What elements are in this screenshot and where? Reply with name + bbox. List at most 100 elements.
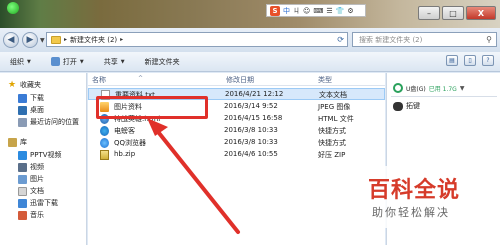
udisk-widget[interactable]: U盘(G) 已用 1.7G ▼ [393,83,464,93]
sidebar-item-recent[interactable]: 最近访问的位置 [18,116,79,128]
sidebar-item-pictures[interactable]: 图片 [18,173,44,185]
library-icon [8,137,17,147]
sidebar-item-label: 迅雷下载 [30,199,58,207]
file-date: 2016/4/15 16:58 [224,114,283,122]
desktop-icon [18,105,27,115]
breadcrumb-current[interactable]: 新建文件夹 (2) [70,35,117,45]
address-field[interactable]: ▸ 新建文件夹 (2) ▸ ⟳ [46,32,348,47]
close-button[interactable]: X [466,6,496,20]
file-name[interactable]: QQ浏览器 [114,138,146,148]
ime-toolbar[interactable]: S 中 ㄐ ☺ ⌨ ☰ 👕 ⚙ [266,4,366,17]
extension-item[interactable]: 拓键 [393,101,420,111]
open-menu[interactable]: 打开 ▼ [50,57,84,67]
file-date: 2016/3/8 10:33 [224,138,278,146]
qq-browser-icon [100,138,109,148]
preview-pane-icon[interactable]: ▯ [464,55,476,66]
navigation-pane: ★ 收藏夹 下载 桌面 最近访问的位置 库 PPTV视频 视频 图片 文档 迅雷… [0,73,87,245]
watermark-title: 百科全说 [368,178,461,203]
sidebar-item-videos[interactable]: 视频 [18,161,44,173]
file-date: 2016/4/21 12:12 [225,90,284,98]
file-type: 文本文档 [319,91,347,99]
sidebar-favorites[interactable]: ★ 收藏夹 [8,79,41,91]
column-name[interactable]: 名称 [92,75,106,85]
sidebar-favorites-label: 收藏夹 [20,81,41,89]
star-icon: ★ [8,79,17,90]
download-library-icon [18,198,27,208]
caret-down-icon: ▼ [79,58,84,65]
refresh-icon[interactable]: ⟳ [337,35,344,44]
open-icon [50,57,60,66]
command-bar: 组织 ▼ 打开 ▼ 共享 ▼ 新建文件夹 ▤ ▯ ? [0,52,500,72]
window-controls: – □ X [418,6,496,20]
history-dropdown-icon[interactable]: ▼ [40,37,45,44]
desktop-background: S 中 ㄐ ☺ ⌨ ☰ 👕 ⚙ – □ X [0,0,500,30]
file-date: 2016/3/14 9:52 [224,102,278,110]
file-type: 快捷方式 [318,139,346,147]
video-library-icon [18,150,27,160]
new-folder-button[interactable]: 新建文件夹 [145,57,180,67]
column-date[interactable]: 修改日期 [226,75,254,85]
share-menu[interactable]: 共享 ▼ [104,57,125,67]
table-row[interactable]: 电螃客 2016/3/8 10:33 快捷方式 [88,125,385,137]
sidebar-item-desktop[interactable]: 桌面 [18,104,44,116]
sidebar-item-label: 视频 [30,163,44,171]
sidebar-item-label: PPTV视频 [30,151,62,159]
sidebar-libraries-label: 库 [20,138,27,146]
ime-punctuation-icon[interactable]: ㄐ [293,6,300,16]
breadcrumb-separator-icon[interactable]: ▸ [64,36,67,43]
view-options-icon[interactable]: ▤ [446,55,458,66]
ime-emoji-icon[interactable]: ☺ [303,7,310,15]
sort-indicator-icon: ^ [138,75,144,82]
search-placeholder: 搜索 新建文件夹 (2) [359,35,423,44]
view-controls: ▤ ▯ ? [446,55,494,66]
back-button[interactable]: ◀ [3,32,19,48]
search-input[interactable]: 搜索 新建文件夹 (2) ⚲ [352,32,497,47]
help-icon[interactable]: ? [482,55,494,66]
table-row[interactable]: QQ浏览器 2016/3/8 10:33 快捷方式 [88,137,385,149]
sidebar-item-documents[interactable]: 文档 [18,185,44,197]
sidebar-item-downloads[interactable]: 下载 [18,92,44,104]
address-bar-row: ◀ ▶ ▼ ▸ 新建文件夹 (2) ▸ ⟳ 搜索 新建文件夹 (2) ⚲ [0,28,500,52]
search-icon[interactable]: ⚲ [486,35,492,44]
minimize-button[interactable]: – [418,6,440,20]
sidebar-item-music[interactable]: 音乐 [18,209,44,221]
pictures-icon [18,174,27,184]
tray-orb-icon[interactable] [7,2,19,14]
divider [391,96,497,97]
udisk-label: U盘(G) [406,85,426,93]
file-type: JPEG 图像 [318,103,351,111]
ime-skin-icon[interactable]: 👕 [336,7,345,15]
file-name[interactable]: hb.zip [114,150,135,158]
sidebar-item-label: 图片 [30,175,44,183]
recent-places-icon [18,117,27,127]
file-date: 2016/4/6 10:55 [224,150,278,158]
forward-button[interactable]: ▶ [22,32,38,48]
zip-file-icon [100,150,109,160]
column-type[interactable]: 类型 [318,75,332,85]
table-row[interactable]: hb.zip 2016/4/6 10:55 好压 ZIP [88,149,385,161]
highlight-box [96,96,208,119]
file-type: 快捷方式 [318,127,346,135]
documents-icon [18,186,27,196]
ime-keyboard-icon[interactable]: ⌨ [313,7,323,15]
folder-icon [51,35,61,44]
column-header-row: ^ 名称 修改日期 类型 [88,73,385,86]
breadcrumb-dropdown-icon[interactable]: ▸ [120,36,123,43]
video-icon [18,162,27,172]
usb-drive-icon [393,83,403,93]
maximize-button[interactable]: □ [442,6,464,20]
organize-menu[interactable]: 组织 ▼ [10,57,31,67]
sidebar-item-thunder[interactable]: 迅雷下载 [18,197,58,209]
ime-mode-zh[interactable]: 中 [283,6,290,16]
sidebar-item-label: 最近访问的位置 [30,118,79,126]
sogou-logo-icon[interactable]: S [270,5,280,16]
udisk-status: 已用 1.7G [428,85,457,93]
file-name[interactable]: 电螃客 [114,126,135,136]
sidebar-item-pptv[interactable]: PPTV视频 [18,149,62,161]
chevron-down-icon[interactable]: ▼ [460,85,465,92]
ime-menu-icon[interactable]: ☰ [326,7,332,15]
extension-label: 拓键 [406,102,420,110]
sidebar-libraries[interactable]: 库 [8,136,27,148]
organize-label: 组织 [10,57,24,66]
ime-settings-icon[interactable]: ⚙ [347,7,353,15]
